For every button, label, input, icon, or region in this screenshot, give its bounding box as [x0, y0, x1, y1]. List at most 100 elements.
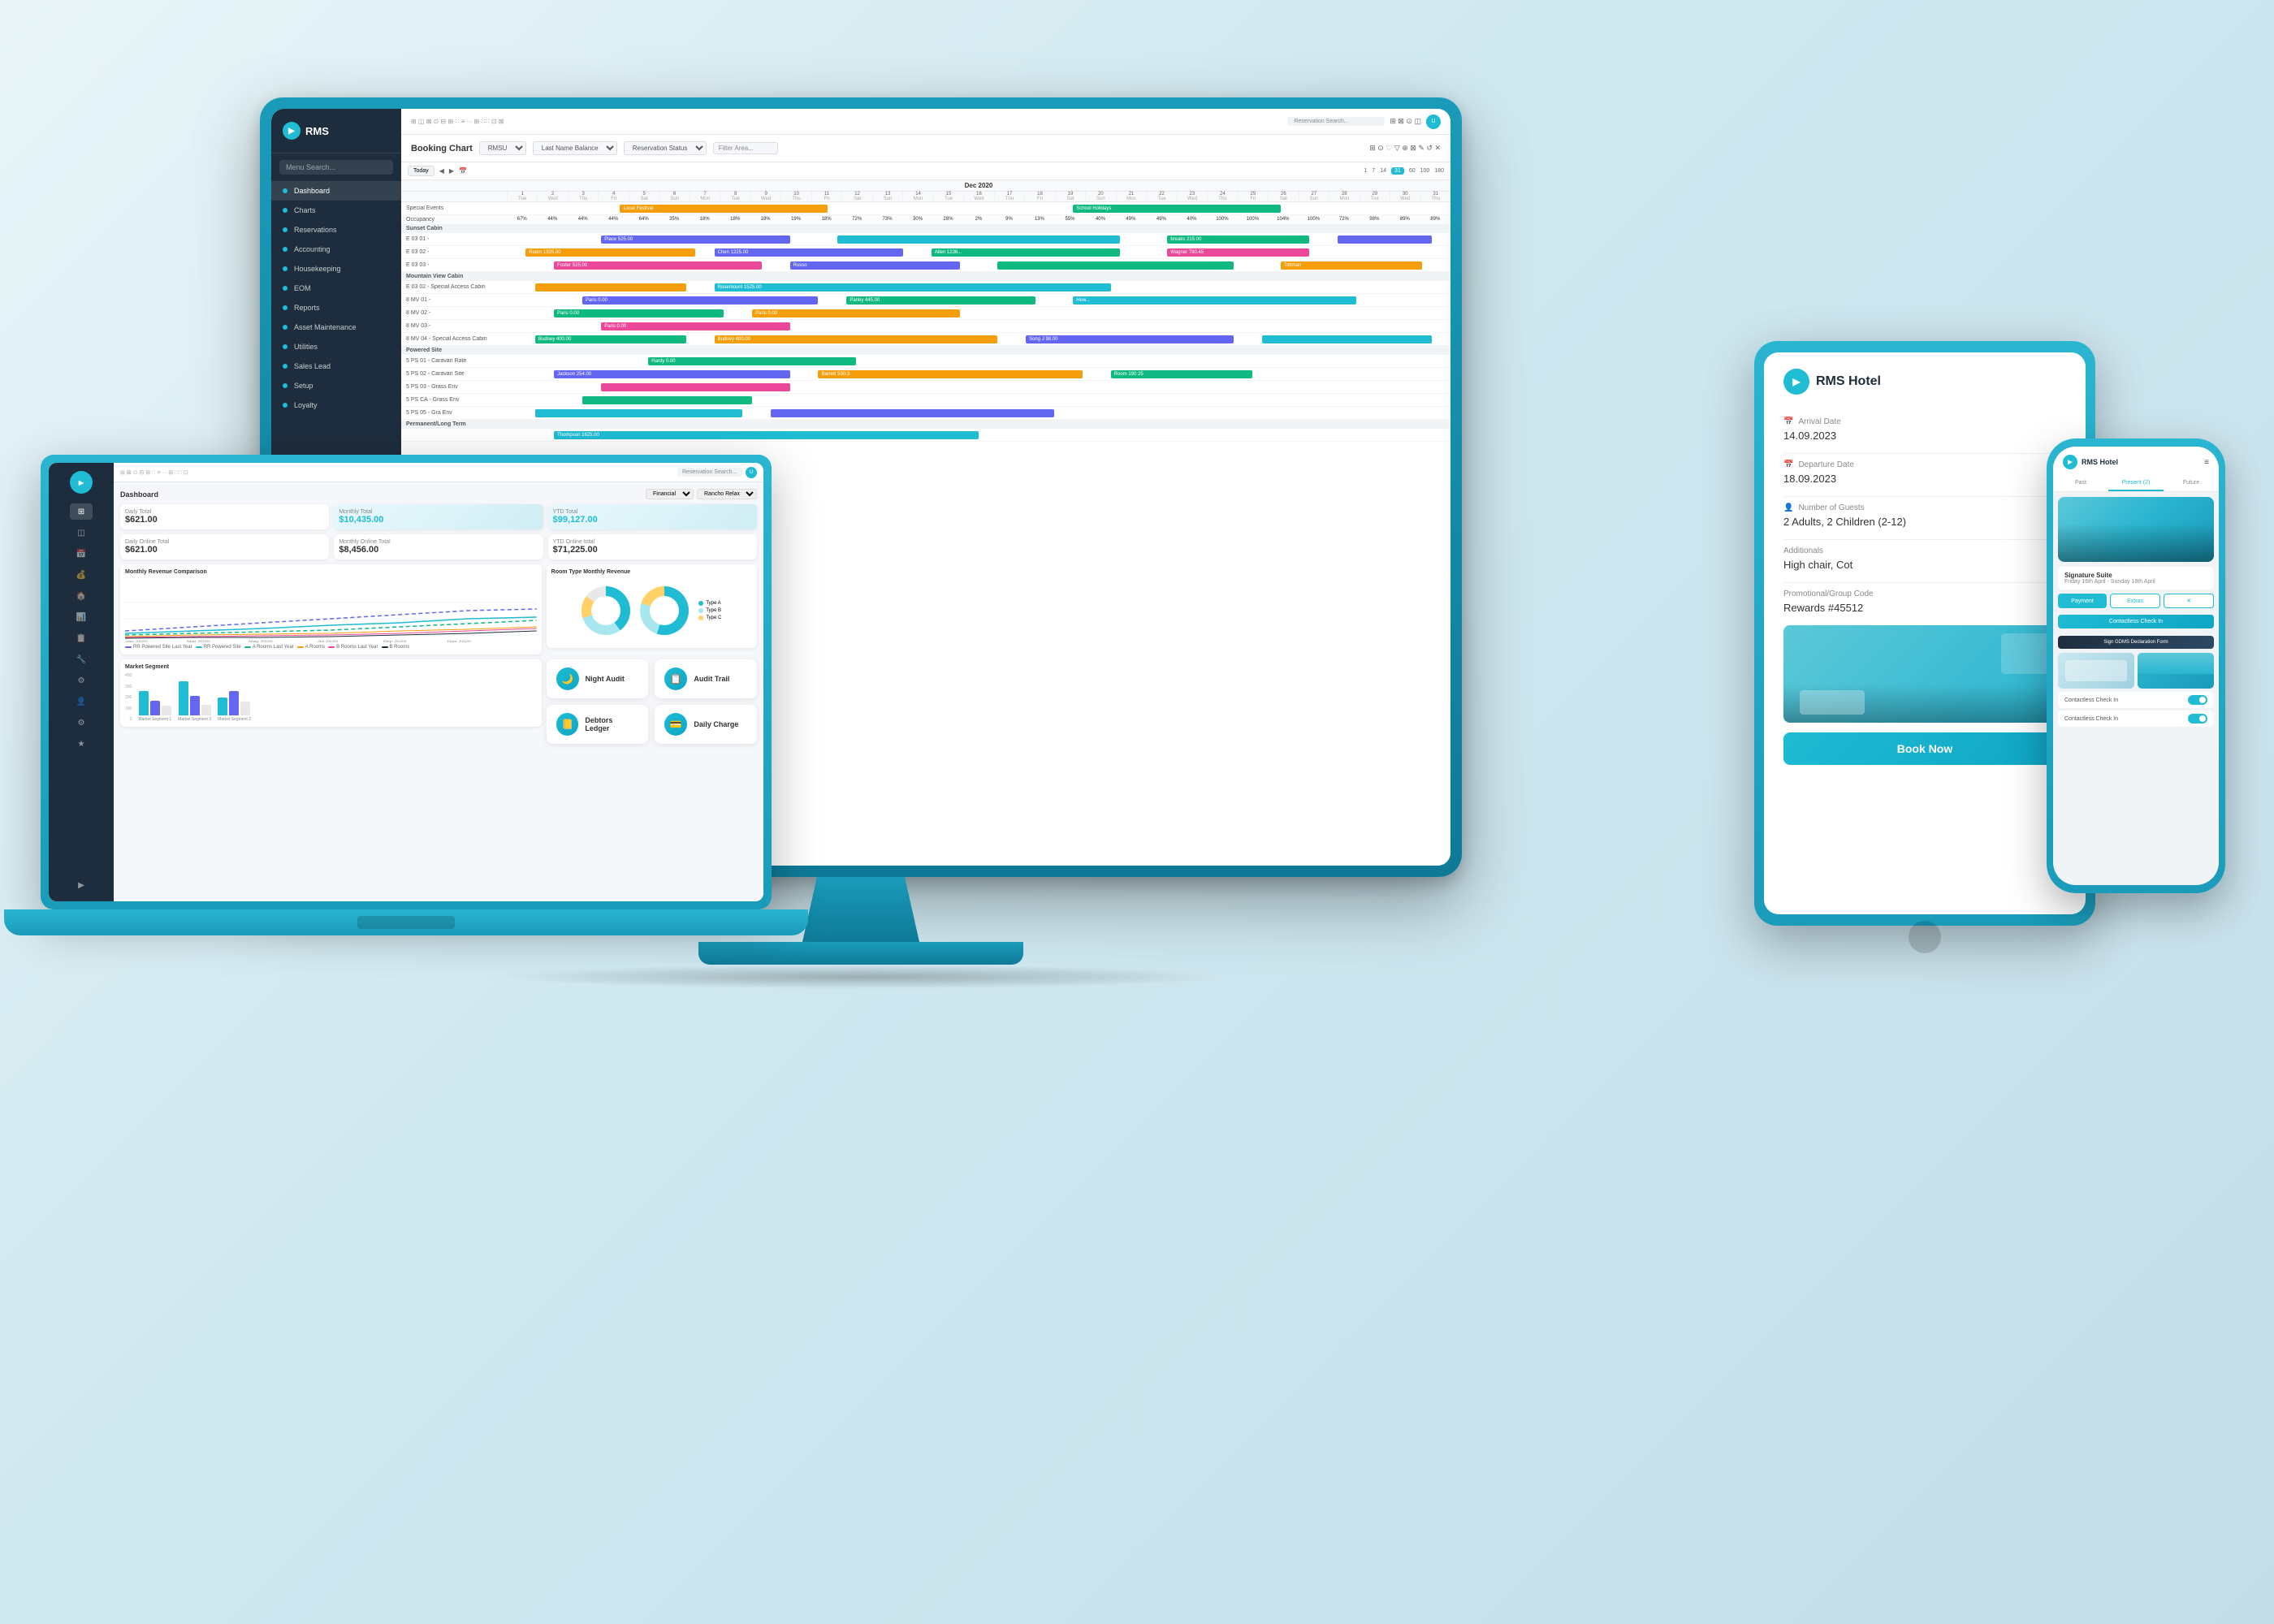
- booking-bar[interactable]: [997, 261, 1234, 270]
- page-size-180[interactable]: 180: [1434, 168, 1444, 174]
- phone-tab-future[interactable]: Future: [2164, 476, 2219, 491]
- arrival-value[interactable]: 14.09.2023: [1783, 430, 2066, 442]
- booking-bar[interactable]: Parley 445.00: [846, 296, 1035, 304]
- daily-charge-button[interactable]: 💳 Daily Charge: [655, 705, 757, 744]
- sidebar-item-housekeeping[interactable]: Housekeeping: [271, 259, 401, 279]
- reservation-search[interactable]: Reservation Search...: [1287, 117, 1385, 126]
- book-now-button[interactable]: Book Now: [1783, 732, 2066, 765]
- phone-tab-present[interactable]: Present (2): [2108, 476, 2164, 491]
- monitor-menu-search[interactable]: Menu Search...: [279, 160, 393, 175]
- toggle-1[interactable]: [2188, 695, 2207, 705]
- phone-menu-icon[interactable]: ≡: [2204, 458, 2209, 467]
- booking-bar[interactable]: Paris 0.00: [752, 309, 960, 317]
- booking-bar[interactable]: Song J 98.00: [1026, 335, 1234, 343]
- booking-bar[interactable]: Chen 1225.00: [715, 248, 903, 257]
- lap-nav-loyalty[interactable]: ★: [70, 736, 93, 752]
- sidebar-item-dashboard[interactable]: Dashboard: [271, 181, 401, 201]
- prev-btn[interactable]: ◀: [439, 167, 444, 175]
- booking-bar[interactable]: Budney 400.00: [535, 335, 686, 343]
- page-size-14[interactable]: 14: [1380, 168, 1386, 174]
- departure-value[interactable]: 18.09.2023: [1783, 473, 2066, 485]
- calendar-icon[interactable]: 📅: [459, 167, 467, 175]
- booking-bar[interactable]: [535, 283, 686, 292]
- contactless-checkin-button[interactable]: Contactless Check In: [2058, 615, 2214, 628]
- sidebar-item-utilities[interactable]: Utilities: [271, 337, 401, 356]
- booking-bar[interactable]: Allen 1236...: [932, 248, 1120, 257]
- page-size-100[interactable]: 100: [1420, 168, 1430, 174]
- booking-bar[interactable]: Room 1325.00: [525, 248, 695, 257]
- booking-bar[interactable]: Thompson 1625.00: [554, 431, 979, 439]
- guests-value[interactable]: 2 Adults, 2 Children (2-12): [1783, 516, 2066, 528]
- sidebar-item-accounting[interactable]: Accounting: [271, 240, 401, 259]
- lap-nav-maintenance[interactable]: 🔧: [70, 651, 93, 667]
- filter-select[interactable]: Last Name Balance: [533, 141, 617, 155]
- sidebar-item-eom[interactable]: EOM: [271, 279, 401, 298]
- filter-area-input[interactable]: Filter Area...: [713, 142, 778, 154]
- status-select[interactable]: Reservation Status: [624, 141, 707, 155]
- booking-bar[interactable]: Paris 0.00: [582, 296, 819, 304]
- next-btn[interactable]: ▶: [449, 167, 454, 175]
- booking-bar[interactable]: [771, 409, 1054, 417]
- lap-nav-expand[interactable]: ▶: [70, 877, 93, 893]
- booking-bar[interactable]: [1262, 335, 1432, 343]
- school-holidays-bar[interactable]: School Holidays: [1073, 205, 1281, 213]
- booking-bar[interactable]: breaks 215.00: [1167, 235, 1308, 244]
- booking-bar[interactable]: [837, 235, 1121, 244]
- booking-bar[interactable]: Tottman: [1281, 261, 1422, 270]
- lap-reservation-search[interactable]: Reservation Search...: [677, 468, 742, 477]
- sidebar-item-loyalty[interactable]: Loyalty: [271, 395, 401, 415]
- sign-form-button[interactable]: Sign GDMS Declaration Form: [2058, 636, 2214, 649]
- booking-bar[interactable]: Place 525.00: [601, 235, 789, 244]
- booking-bar[interactable]: Room 190 25: [1111, 370, 1252, 378]
- property-select[interactable]: RMSU: [479, 141, 526, 155]
- sidebar-item-reservations[interactable]: Reservations: [271, 220, 401, 240]
- booking-bar[interactable]: Russo: [790, 261, 960, 270]
- booking-bar[interactable]: Barrett 530.3: [818, 370, 1082, 378]
- audit-trail-button[interactable]: 📋 Audit Trail: [655, 659, 757, 698]
- sidebar-item-asset-maintenance[interactable]: Asset Maintenance: [271, 317, 401, 337]
- booking-bar[interactable]: Hew...: [1073, 296, 1356, 304]
- lap-nav-dashboard[interactable]: ⊞: [70, 503, 93, 520]
- lap-nav-setup[interactable]: ⚙: [70, 715, 93, 731]
- sidebar-item-charts[interactable]: Charts: [271, 201, 401, 220]
- booking-bar[interactable]: Budney 400.00: [715, 335, 998, 343]
- tablet-home-button[interactable]: [1909, 921, 1941, 953]
- booking-bar[interactable]: [601, 383, 789, 391]
- lap-nav-housekeeping[interactable]: 🏠: [70, 588, 93, 604]
- today-btn[interactable]: Today: [408, 166, 434, 176]
- lap-nav-reports[interactable]: 📋: [70, 630, 93, 646]
- property-filter[interactable]: Rancho Relax: [697, 489, 757, 499]
- debtors-ledger-button[interactable]: 📒 Debtors Ledger: [547, 705, 649, 744]
- booking-bar[interactable]: Paris 0.00: [601, 322, 789, 330]
- extras-button[interactable]: Extras: [2110, 594, 2160, 608]
- lap-nav-charts[interactable]: ◫: [70, 525, 93, 541]
- lap-nav-eom[interactable]: 📊: [70, 609, 93, 625]
- toggle-2[interactable]: [2188, 714, 2207, 723]
- lap-nav-sales[interactable]: 👤: [70, 693, 93, 710]
- booking-bar[interactable]: Wagner 790.45: [1167, 248, 1308, 257]
- sidebar-item-reports[interactable]: Reports: [271, 298, 401, 317]
- close-button[interactable]: ✕: [2164, 594, 2214, 608]
- payment-button[interactable]: Payment: [2058, 594, 2107, 608]
- financial-filter[interactable]: Financial: [646, 489, 694, 499]
- additionals-value[interactable]: High chair, Cot: [1783, 559, 2066, 571]
- night-audit-button[interactable]: 🌙 Night Audit: [547, 659, 649, 698]
- lap-user-avatar[interactable]: U: [746, 467, 757, 478]
- page-size-7[interactable]: 7: [1372, 168, 1375, 174]
- laptop-trackpad[interactable]: [357, 916, 455, 929]
- sidebar-item-setup[interactable]: Setup: [271, 376, 401, 395]
- lap-nav-utilities[interactable]: ⚙: [70, 672, 93, 689]
- booking-bar[interactable]: Rosemount 1525.00: [715, 283, 1111, 292]
- lap-nav-accounting[interactable]: 💰: [70, 567, 93, 583]
- page-size-60[interactable]: 60: [1409, 168, 1416, 174]
- phone-tab-past[interactable]: Past: [2053, 476, 2108, 491]
- sidebar-item-sales-lead[interactable]: Sales Lead: [271, 356, 401, 376]
- booking-bar[interactable]: Foster 525.00: [554, 261, 762, 270]
- user-avatar[interactable]: U: [1426, 114, 1441, 129]
- booking-bar[interactable]: [582, 396, 752, 404]
- local-festival-bar[interactable]: Local Festival: [620, 205, 828, 213]
- promo-value[interactable]: Rewards #45512: [1783, 602, 2066, 614]
- booking-bar[interactable]: Paris 0.00: [554, 309, 724, 317]
- page-size-1[interactable]: 1: [1364, 168, 1367, 174]
- lap-nav-reservations[interactable]: 📅: [70, 546, 93, 562]
